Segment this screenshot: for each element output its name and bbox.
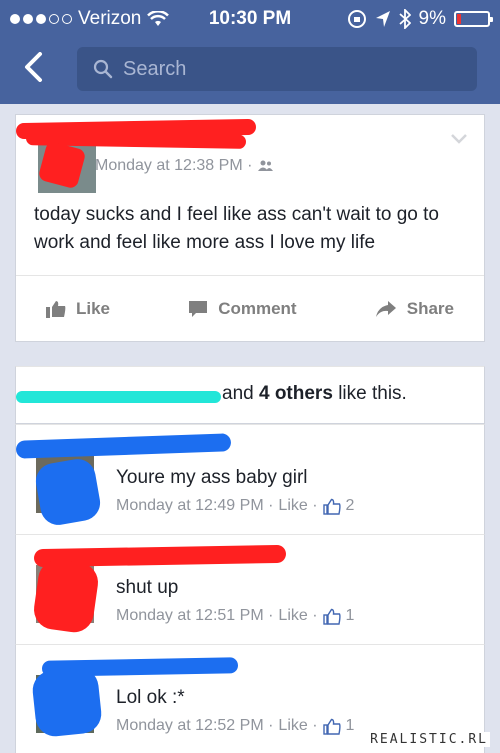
post-body: today sucks and I feel like ass can't wa…: [34, 204, 439, 253]
post-card: Monday at 12:38 PM · today sucks and I f…: [15, 114, 485, 342]
comment-time: Monday at 12:52 PM ·: [116, 717, 274, 734]
post-meta: Monday at 12:38 PM ·: [95, 157, 274, 175]
likes-text: and 4 others like this.: [222, 383, 407, 405]
bluetooth-icon: [398, 9, 411, 29]
friends-icon: [258, 160, 274, 171]
battery-icon: [454, 11, 493, 27]
comment-time: Monday at 12:49 PM ·: [116, 497, 274, 514]
comment-like-count: 2: [345, 497, 355, 514]
thumbs-up-outline-icon: [322, 498, 341, 515]
share-label: Share: [406, 298, 454, 318]
search-placeholder: Search: [123, 57, 187, 80]
comment-like-link[interactable]: Like ·: [278, 607, 317, 625]
redaction-mark: [33, 456, 103, 528]
search-icon: [93, 59, 113, 79]
likes-prefix: and: [222, 383, 254, 404]
comment-like-count: 1: [345, 607, 355, 624]
comment-text: Youre my ass baby girl: [116, 467, 308, 488]
like-button[interactable]: Like: [46, 299, 110, 319]
comment-meta: Monday at 12:52 PM · Like · 1: [116, 717, 354, 735]
post-timestamp[interactable]: Monday at 12:38 PM ·: [95, 157, 252, 175]
thumbs-up-icon: [46, 300, 66, 318]
battery-percent: 9%: [418, 8, 446, 29]
redaction-mark: [31, 557, 101, 635]
redaction-mark: [16, 391, 221, 403]
comment-meta: Monday at 12:49 PM · Like · 2: [116, 497, 354, 515]
post-actions: Like Comment Share: [16, 275, 484, 341]
post-header: Monday at 12:38 PM ·: [15, 115, 484, 193]
top-bar: Verizon 10:30 PM 9% Search: [0, 0, 500, 104]
likes-suffix: like this.: [338, 383, 407, 404]
status-right: 9%: [347, 8, 493, 30]
comment-like-link[interactable]: Like ·: [278, 497, 317, 515]
comment-button[interactable]: Comment: [188, 298, 297, 319]
comment-icon: [189, 300, 208, 317]
location-icon: [375, 11, 390, 27]
comment-like-count: 1: [345, 717, 355, 734]
comment-like-link[interactable]: Like ·: [278, 717, 317, 735]
share-button[interactable]: Share: [375, 299, 454, 319]
thumbs-up-outline-icon: [322, 718, 341, 735]
likes-others[interactable]: 4 others: [259, 383, 333, 404]
search-input[interactable]: Search: [77, 47, 477, 91]
comment-item: Youre my ass baby girl Monday at 12:49 P…: [15, 424, 485, 534]
watermark: REALISTIC.RL: [368, 732, 490, 747]
comment-meta: Monday at 12:51 PM · Like · 1: [116, 607, 354, 625]
comment-item: shut up Monday at 12:51 PM · Like · 1: [15, 534, 485, 644]
comment-label: Comment: [218, 298, 297, 318]
like-label: Like: [76, 298, 111, 318]
comment-time: Monday at 12:51 PM ·: [116, 607, 274, 624]
redaction-mark: [30, 665, 104, 739]
redaction-mark: [15, 433, 232, 459]
chevron-down-icon[interactable]: [450, 133, 468, 145]
thumbs-up-outline-icon: [322, 608, 341, 625]
rotation-lock-icon: [347, 10, 366, 28]
share-icon: [375, 300, 396, 317]
likes-summary[interactable]: and 4 others like this.: [15, 366, 485, 424]
comment-text: shut up: [116, 577, 179, 598]
back-arrow-icon[interactable]: [22, 52, 44, 82]
status-bar: Verizon 10:30 PM 9%: [0, 0, 500, 36]
comment-text: Lol ok :*: [116, 687, 185, 708]
